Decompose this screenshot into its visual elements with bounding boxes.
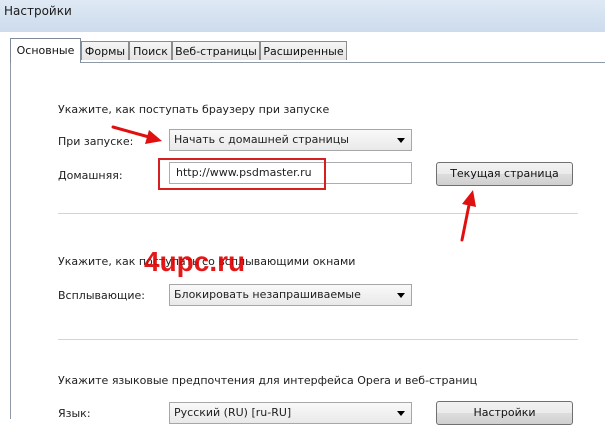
language-select-value: Русский (RU) [ru-RU] <box>174 406 292 419</box>
home-label: Домашняя: <box>58 169 123 182</box>
tab-forms[interactable]: Формы <box>81 41 129 60</box>
startup-select-value: Начать с домашней страницы <box>174 133 349 146</box>
chevron-down-icon <box>397 138 405 143</box>
window-title: Настройки <box>4 4 72 18</box>
window-titlebar: Настройки <box>0 0 605 32</box>
popups-select-value: Блокировать незапрашиваемые <box>174 288 361 301</box>
language-heading: Укажите языковые предпочтения для интерф… <box>58 374 478 387</box>
startup-heading: Укажите, как поступать браузеру при запу… <box>58 103 330 116</box>
tab-webpages[interactable]: Веб-страницы <box>172 41 260 60</box>
separator <box>58 213 578 214</box>
separator <box>58 339 578 340</box>
tab-search[interactable]: Поиск <box>129 41 172 60</box>
startup-label: При запуске: <box>58 135 134 148</box>
popups-label: Всплывающие: <box>58 289 145 302</box>
chevron-down-icon <box>397 293 405 298</box>
watermark-text: 4upc.ru <box>144 246 246 277</box>
startup-select[interactable]: Начать с домашней страницы <box>169 129 412 151</box>
popups-select[interactable]: Блокировать незапрашиваемые <box>169 284 412 306</box>
current-page-button[interactable]: Текущая страница <box>436 162 573 186</box>
language-settings-button[interactable]: Настройки <box>436 401 573 425</box>
tab-strip: Основные Формы Поиск Веб-страницы Расшир… <box>0 32 605 63</box>
highlight-box <box>158 158 326 190</box>
tab-advanced[interactable]: Расширенные <box>260 41 347 60</box>
language-label: Язык: <box>58 407 91 420</box>
chevron-down-icon <box>397 411 405 416</box>
tab-basic[interactable]: Основные <box>10 38 81 63</box>
language-select[interactable]: Русский (RU) [ru-RU] <box>169 402 412 424</box>
